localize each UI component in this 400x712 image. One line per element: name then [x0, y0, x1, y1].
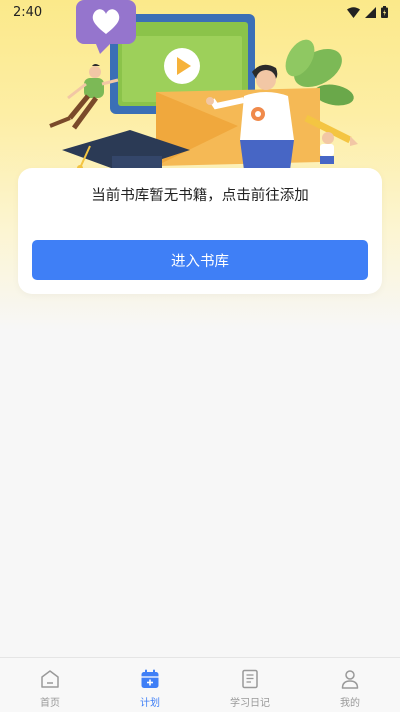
- status-bar: 2:40: [0, 0, 400, 24]
- user-icon: [341, 670, 359, 689]
- tab-home[interactable]: 首页: [0, 658, 100, 712]
- empty-library-card: 当前书库暂无书籍，点击前往添加 进入书库: [18, 168, 382, 294]
- calendar-plus-icon: [141, 669, 159, 688]
- enter-library-button[interactable]: 进入书库: [32, 240, 368, 280]
- notebook-icon: [242, 669, 258, 689]
- tab-study-diary[interactable]: 学习日记: [200, 658, 300, 712]
- bottom-tab-bar: 首页 计划 学习日记 我的: [0, 657, 400, 712]
- empty-library-message: 当前书库暂无书籍，点击前往添加: [91, 188, 309, 204]
- tab-plan[interactable]: 计划: [100, 658, 200, 712]
- battery-icon: [381, 6, 388, 18]
- tab-home-label: 首页: [40, 698, 60, 709]
- tab-profile-label: 我的: [340, 698, 360, 709]
- tab-plan-label: 计划: [140, 698, 160, 709]
- signal-icon: [365, 6, 376, 18]
- wifi-icon: [347, 6, 360, 18]
- status-time: 2:40: [13, 4, 43, 20]
- status-icons: [347, 6, 388, 18]
- tab-study-diary-label: 学习日记: [230, 698, 270, 709]
- home-icon: [41, 670, 59, 688]
- tab-profile[interactable]: 我的: [300, 658, 400, 712]
